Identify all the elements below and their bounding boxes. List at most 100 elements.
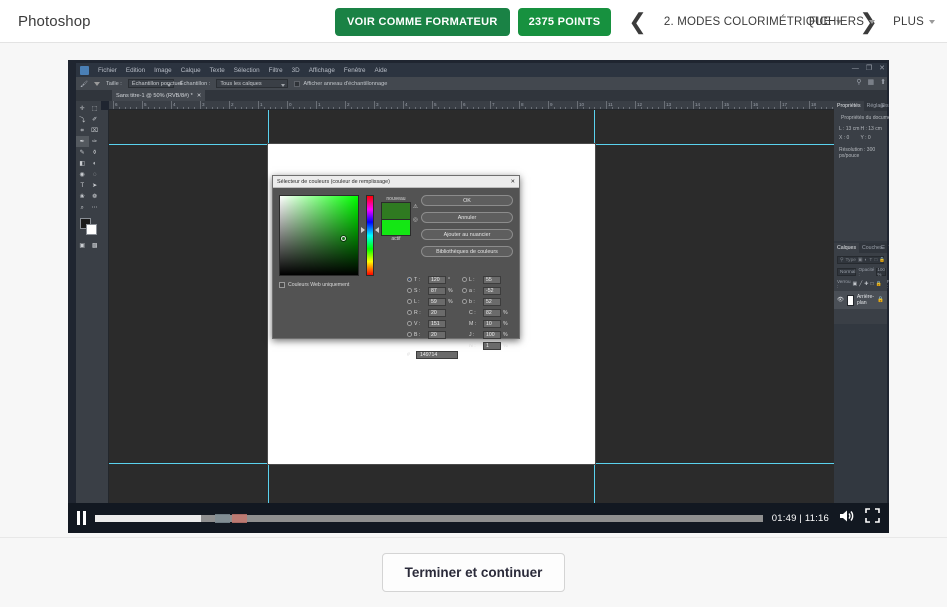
lock-transparency-icon[interactable]: ▣ [853, 281, 858, 287]
video-progress-bar[interactable] [94, 513, 763, 523]
quick-mask-icon[interactable]: ▣ [76, 240, 89, 251]
tool-4[interactable]: ⌗ [76, 125, 89, 136]
document-tab[interactable]: Sans titre-1 @ 50% (RVB/8#) * ✕ [112, 90, 206, 101]
tool-10[interactable]: ◧ [76, 158, 89, 169]
workspace-icon[interactable]: ▦ [868, 78, 875, 86]
ps-menu-affichage[interactable]: Affichage [309, 67, 335, 74]
show-sampling-ring-checkbox[interactable] [294, 80, 301, 87]
tool-7[interactable]: ✑ [89, 136, 102, 147]
field-input-a[interactable]: -52 [483, 286, 501, 295]
tool-5[interactable]: ⌧ [89, 125, 102, 136]
timeline-thumbnail-marker[interactable] [214, 513, 230, 523]
restore-icon[interactable]: ❐ [866, 64, 872, 72]
blend-mode-select[interactable]: Normal [837, 268, 857, 276]
ps-menu-fichier[interactable]: Fichier [98, 67, 117, 74]
eye-icon[interactable]: 👁 [837, 297, 844, 303]
layer-row[interactable]: 👁 Arrière-plan 🔒 [834, 291, 887, 309]
web-safe-colors-row[interactable]: Couleurs Web uniquement [279, 282, 349, 288]
radio-a[interactable] [462, 288, 467, 293]
view-as-instructor-button[interactable]: VOIR COMME FORMATEUR [335, 7, 510, 36]
add-to-swatches-button[interactable]: Ajouter au nuancier [421, 229, 513, 240]
hue-slider[interactable] [366, 195, 374, 276]
ps-menu-selection[interactable]: Sélection [234, 67, 260, 74]
ok-button[interactable]: OK [421, 195, 513, 206]
lock-artboard-icon[interactable]: □ [871, 281, 874, 287]
field-input-m[interactable]: 10 [483, 319, 501, 328]
eyedropper-icon[interactable]: 🖌 [80, 80, 88, 88]
web-safe-checkbox[interactable] [279, 282, 285, 288]
ps-menu-edition[interactable]: Edition [126, 67, 145, 74]
tool-1[interactable]: ⬚ [89, 103, 102, 114]
field-input-v[interactable]: 151 [428, 319, 446, 328]
ps-menu-image[interactable]: Image [154, 67, 172, 74]
close-icon[interactable]: ✕ [197, 93, 202, 99]
volume-icon[interactable] [838, 508, 856, 529]
search-icon[interactable]: ⚲ [856, 78, 861, 86]
field-input-n[interactable]: 1 [483, 341, 501, 350]
field-input-b[interactable]: 52 [483, 297, 501, 306]
field-input-b[interactable]: 20 [428, 330, 446, 339]
field-input-r[interactable]: 20 [428, 308, 446, 317]
ps-menu-aide[interactable]: Aide [375, 67, 388, 74]
tool-6[interactable]: ✒ [76, 136, 89, 147]
tool-8[interactable]: ✎ [76, 147, 89, 158]
cancel-button[interactable]: Annuler [421, 212, 513, 223]
tool-3[interactable]: ✐ [89, 114, 102, 125]
finish-and-continue-button[interactable]: Terminer et continuer [381, 553, 566, 592]
radio-t[interactable] [407, 277, 412, 282]
ps-menu-3d[interactable]: 3D [292, 67, 300, 74]
opacity-value[interactable]: 100 % [876, 267, 886, 277]
not-web-safe-warning-icon[interactable]: ◎ [413, 217, 418, 223]
tab-reglages[interactable]: Réglages [864, 101, 889, 111]
out-of-gamut-warning-icon[interactable]: ⚠ [413, 204, 418, 210]
close-icon[interactable]: ✕ [879, 64, 885, 72]
panel-menu-icon[interactable]: ☰ [881, 103, 885, 109]
previous-lesson-icon[interactable]: ❮ [619, 10, 655, 33]
chevron-down-icon[interactable] [94, 81, 100, 86]
layer-filter-row[interactable]: ⚲ Type ▣ ◐ T □ 🔒 [837, 256, 885, 264]
smart-filter-icon[interactable]: 🔒 [879, 258, 885, 263]
tool-9[interactable]: ⚱ [89, 147, 102, 158]
ps-menu-fenetre[interactable]: Fenêtre [344, 67, 366, 74]
color-swatches[interactable] [76, 216, 101, 238]
tool-19[interactable]: ⋯ [89, 202, 102, 213]
field-input-t[interactable]: 120 [428, 275, 446, 284]
adjust-filter-icon[interactable]: ◐ [864, 258, 867, 263]
lock-paint-icon[interactable]: ╱ [859, 281, 862, 287]
layer-name[interactable]: Arrière-plan [857, 294, 874, 306]
files-menu[interactable]: FICHIERS [809, 16, 876, 28]
tool-15[interactable]: ➤ [89, 180, 102, 191]
tool-17[interactable]: ❁ [89, 191, 102, 202]
field-input-l[interactable]: 55 [483, 275, 501, 284]
sample-size-select[interactable]: Échantillon ponctuel [127, 79, 182, 88]
tool-2[interactable]: ⤵ [76, 114, 89, 125]
field-input-l[interactable]: 59 [428, 297, 446, 306]
radio-v[interactable] [407, 321, 412, 326]
points-button[interactable]: 2375 POINTS [517, 7, 612, 36]
ps-menu-filtre[interactable]: Filtre [269, 67, 283, 74]
field-input-j[interactable]: 100 [483, 330, 501, 339]
tool-0[interactable]: ✛ [76, 103, 89, 114]
radio-r[interactable] [407, 310, 412, 315]
sample-source-select[interactable]: Tous les calques [216, 79, 289, 88]
share-icon[interactable]: ⬆ [880, 78, 886, 86]
tab-proprietes[interactable]: Propriétés [834, 101, 864, 111]
radio-l[interactable] [462, 277, 467, 282]
screen-mode-icon[interactable]: ▩ [89, 240, 102, 251]
radio-b[interactable] [407, 332, 412, 337]
field-input-c[interactable]: 82 [483, 308, 501, 317]
more-menu[interactable]: PLUS [893, 16, 935, 28]
radio-b[interactable] [462, 299, 467, 304]
video-player[interactable]: Fichier Edition Image Calque Texte Sélec… [68, 60, 889, 533]
text-filter-icon[interactable]: T [869, 258, 872, 263]
hex-input[interactable]: 149714 [416, 351, 458, 359]
background-color-swatch[interactable] [86, 224, 97, 235]
color-libraries-button[interactable]: Bibliothèques de couleurs [421, 246, 513, 257]
radio-l[interactable] [407, 299, 412, 304]
tool-14[interactable]: T [76, 180, 89, 191]
shape-filter-icon[interactable]: □ [874, 258, 877, 263]
timeline-thumbnail-marker[interactable] [231, 513, 247, 523]
current-color-swatch[interactable] [381, 219, 411, 236]
radio-s[interactable] [407, 288, 412, 293]
tab-traces[interactable]: Tracés [886, 243, 890, 253]
